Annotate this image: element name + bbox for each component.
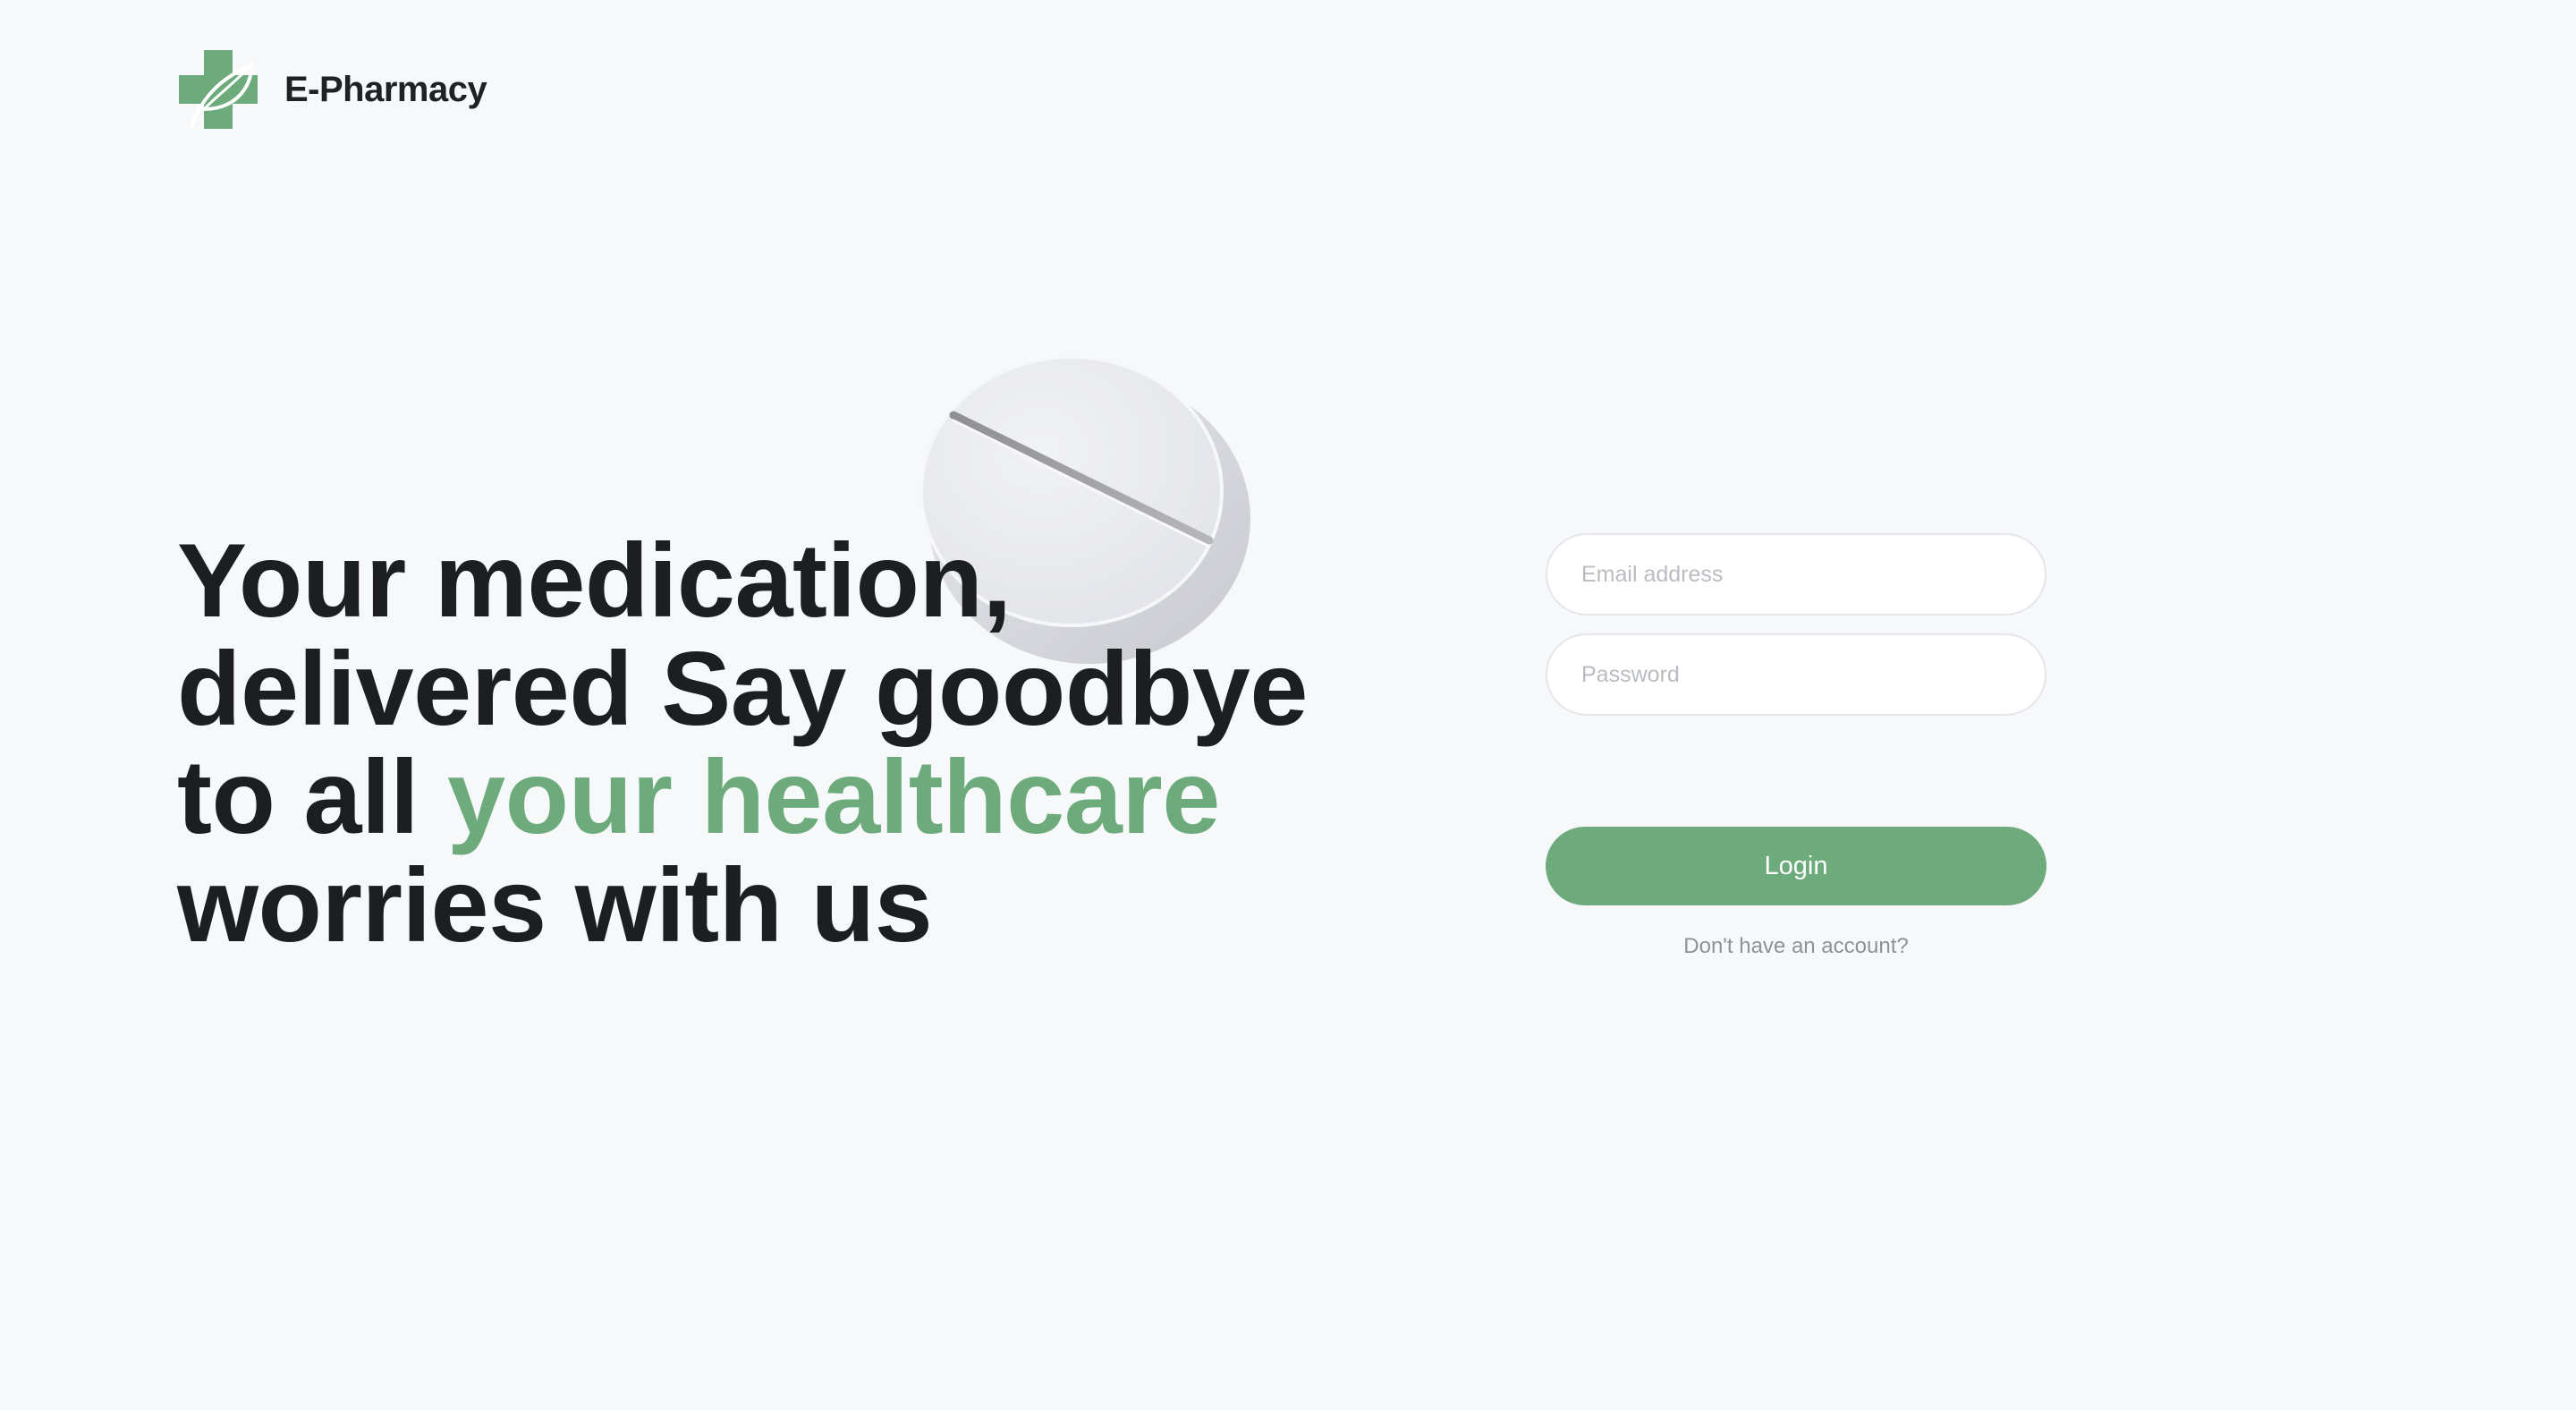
hero-line-3-text: to all <box>177 738 448 855</box>
leaf-cross-icon <box>179 50 258 129</box>
hero-line-1: Your medication, <box>177 522 1012 639</box>
brand[interactable]: E-Pharmacy <box>179 50 487 129</box>
login-button[interactable]: Login <box>1546 827 2046 905</box>
login-form: Login Don't have an account? <box>1546 533 2046 959</box>
hero-headline: Your medication, delivered Say goodbye t… <box>177 526 1340 959</box>
hero-line-4: worries with us <box>177 846 933 964</box>
hero-accent-text: your healthcare <box>447 738 1220 855</box>
hero-line-2: delivered Say goodbye <box>177 630 1308 747</box>
hero-line-3: to all your healthcare <box>177 743 1340 851</box>
signup-link[interactable]: Don't have an account? <box>1546 934 2046 959</box>
email-input[interactable] <box>1546 533 2046 616</box>
login-page: E-Pharmacy Your medication, delivered Sa… <box>0 0 2576 1410</box>
password-input[interactable] <box>1546 633 2046 716</box>
brand-name: E-Pharmacy <box>284 69 487 109</box>
